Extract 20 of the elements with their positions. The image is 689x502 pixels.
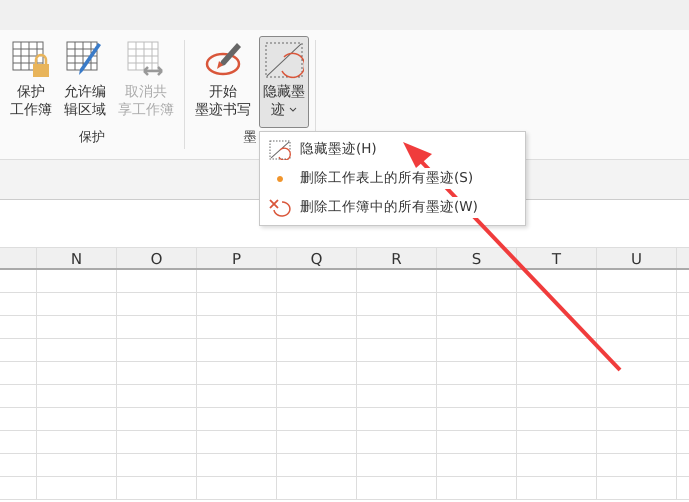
hidden-ink-icon — [269, 140, 291, 160]
ribbon-button[interactable]: 保护 工作簿 — [6, 36, 56, 128]
column-header[interactable]: N — [37, 248, 117, 268]
column-header[interactable]: U — [597, 248, 677, 268]
group-label: 保护 — [78, 129, 106, 147]
column-header[interactable]: T — [517, 248, 597, 268]
group-label: 墨 — [242, 129, 258, 147]
ribbon-button[interactable]: 隐藏墨 迹 — [259, 36, 309, 128]
eraser-x-icon — [268, 198, 292, 218]
dot-icon — [277, 176, 283, 182]
column-header[interactable]: S — [437, 248, 517, 268]
menu-item[interactable]: 删除工作簿中的所有墨迹(W) — [300, 197, 478, 218]
ribbon-button[interactable]: 允许编 辑区域 — [60, 36, 110, 128]
ribbon-button[interactable]: 开始 墨迹书写 — [191, 36, 255, 128]
menu-item[interactable]: 删除工作表上的所有墨迹(S) — [300, 168, 474, 189]
column-header[interactable]: O — [117, 248, 197, 268]
lock-sheet-icon — [11, 39, 51, 79]
column-header[interactable]: P — [197, 248, 277, 268]
column-header[interactable]: Q — [277, 248, 357, 268]
column-header[interactable]: R — [357, 248, 437, 268]
